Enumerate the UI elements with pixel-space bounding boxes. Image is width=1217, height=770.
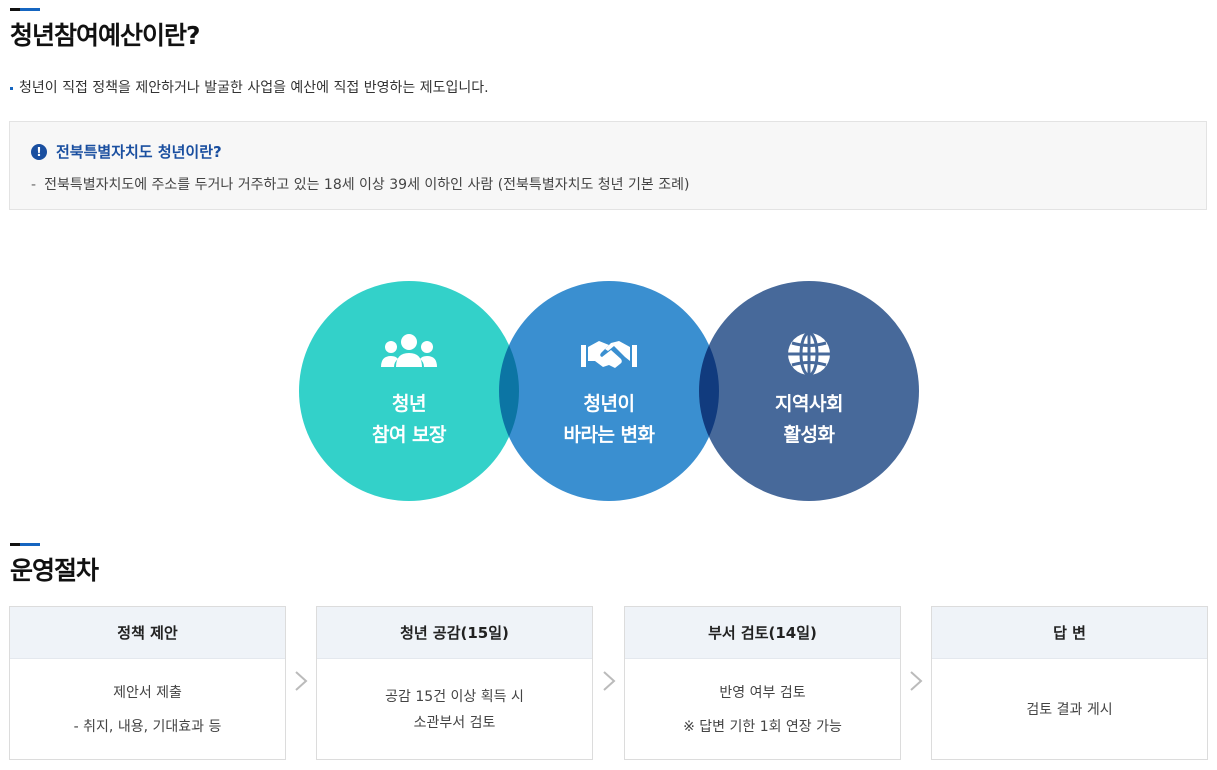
step-body: 반영 여부 검토 ※ 답변 기한 1회 연장 가능	[625, 659, 900, 760]
step-line: 소관부서 검토	[413, 714, 496, 731]
info-box: ! 전북특별자치도 청년이란? - 전북특별자치도에 주소를 두거나 거주하고 있…	[9, 121, 1207, 210]
handshake-icon	[581, 341, 637, 368]
info-box-description: - 전북특별자치도에 주소를 두거나 거주하고 있는 18세 이상 39세 이하인…	[31, 174, 689, 194]
circle-label-line1: 청년	[392, 393, 426, 415]
circle-label: 청년 참여 보장	[371, 389, 447, 451]
bullet-icon	[10, 86, 13, 90]
circle-label-line1: 지역사회	[775, 393, 843, 415]
intro-text: 청년이 직접 정책을 제안하거나 발굴한 사업을 예산에 직접 반영하는 제도입…	[10, 77, 489, 97]
chevron-right-icon	[910, 671, 923, 691]
circle-label: 청년이 바라는 변화	[563, 389, 655, 451]
chevron-right-icon	[603, 671, 616, 691]
step-line: 반영 여부 검토	[719, 684, 806, 701]
step-line: 제안서 제출	[113, 684, 182, 701]
globe-icon	[788, 331, 830, 377]
step-card: 답 변 검토 결과 게시	[931, 606, 1208, 760]
circle-label-line2: 활성화	[783, 424, 835, 446]
info-box-title: ! 전북특별자치도 청년이란?	[31, 141, 222, 162]
circle-label-line2: 바라는 변화	[563, 424, 655, 446]
value-circles: 청년 참여 보장 청년이 바라는 변화 지역사회 활성화	[299, 281, 919, 501]
circle-youth-participation: 청년 참여 보장	[299, 281, 519, 501]
info-box-description-text: 전북특별자치도에 주소를 두거나 거주하고 있는 18세 이상 39세 이하인 …	[44, 177, 690, 193]
info-box-title-text: 전북특별자치도 청년이란?	[56, 143, 222, 161]
section-title-accent	[10, 543, 40, 546]
step-card: 청년 공감(15일) 공감 15건 이상 획득 시 소관부서 검토	[316, 606, 593, 760]
circle-label-line2: 참여 보장	[371, 424, 447, 446]
step-line: ※ 답변 기한 1회 연장 가능	[683, 718, 842, 735]
circle-youth-change: 청년이 바라는 변화	[499, 281, 719, 501]
step-line: - 취지, 내용, 기대효과 등	[73, 718, 222, 735]
section-title-accent	[10, 8, 40, 11]
chevron-right-icon	[295, 671, 308, 691]
exclamation-icon: !	[31, 143, 47, 160]
step-title: 청년 공감(15일)	[317, 607, 592, 659]
intro-sentence: 청년이 직접 정책을 제안하거나 발굴한 사업을 예산에 직접 반영하는 제도입…	[19, 80, 489, 96]
circle-label: 지역사회 활성화	[775, 389, 843, 451]
people-group-icon	[381, 334, 437, 367]
step-title: 답 변	[932, 607, 1207, 659]
procedure-steps: 정책 제안 제안서 제출 - 취지, 내용, 기대효과 등 청년 공감(15일)…	[9, 606, 1209, 760]
step-body: 검토 결과 게시	[932, 659, 1207, 760]
step-title: 정책 제안	[10, 607, 285, 659]
section-title-intro: 청년참여예산이란?	[10, 21, 201, 50]
step-card: 부서 검토(14일) 반영 여부 검토 ※ 답변 기한 1회 연장 가능	[624, 606, 901, 760]
step-title: 부서 검토(14일)	[625, 607, 900, 659]
circle-community-vitalization: 지역사회 활성화	[699, 281, 919, 501]
step-body: 공감 15건 이상 획득 시 소관부서 검토	[317, 659, 592, 760]
step-card: 정책 제안 제안서 제출 - 취지, 내용, 기대효과 등	[9, 606, 286, 760]
dash-marker: -	[31, 177, 37, 193]
step-line: 검토 결과 게시	[1026, 701, 1113, 718]
step-body: 제안서 제출 - 취지, 내용, 기대효과 등	[10, 659, 285, 760]
circle-label-line1: 청년이	[583, 393, 635, 415]
step-line: 공감 15건 이상 획득 시	[385, 688, 524, 705]
section-title-procedure: 운영절차	[10, 556, 99, 585]
